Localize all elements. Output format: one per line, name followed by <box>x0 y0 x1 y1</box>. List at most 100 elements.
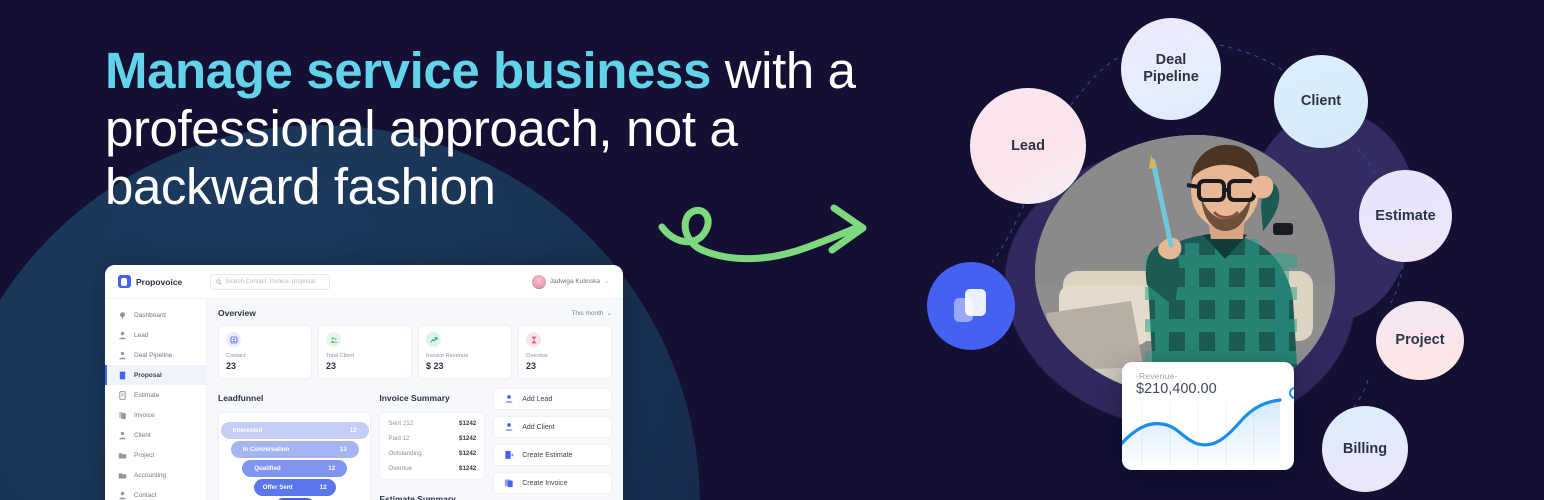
page-title: Manage service business with a professio… <box>105 42 905 216</box>
trend-up-icon <box>426 332 441 347</box>
funnel-stage[interactable]: Offer Sent 12 <box>253 479 336 496</box>
add-client-icon <box>505 423 513 431</box>
search-icon <box>216 278 222 285</box>
add-lead-button[interactable]: Add Lead <box>493 388 612 410</box>
row-value: $1242 <box>459 465 477 472</box>
node-lead[interactable]: Lead <box>970 88 1086 204</box>
estimate-icon <box>119 390 126 400</box>
curly-arrow-right-icon <box>658 200 888 290</box>
row-value: $1242 <box>459 450 477 457</box>
leadfunnel-section: Leadfunnel Interested 12 In Conversation… <box>218 388 372 500</box>
people-icon <box>326 332 341 347</box>
folder-icon <box>118 472 127 478</box>
sidebar-item-label: Project <box>134 451 155 459</box>
node-client[interactable]: Client <box>1274 55 1368 148</box>
stat-card-contact[interactable]: Contact 23 <box>218 325 312 379</box>
table-row: Paid 12 $1242 <box>380 431 484 446</box>
user-menu[interactable]: Jadwiga Kulinska ⌄ <box>531 274 623 289</box>
sidebar: Dashboard Lead Deal Pipeline Proposal Es… <box>105 299 207 500</box>
overview-header: Overview This month ⌄ <box>218 308 612 318</box>
revenue-endpoint-marker <box>1289 387 1294 399</box>
funnel-stage-label: Offer Sent <box>262 484 293 491</box>
sidebar-item-dashboard[interactable]: Dashboard <box>105 305 206 325</box>
contact-icon <box>119 491 126 499</box>
stat-label: Contact <box>226 353 246 359</box>
create-estimate-button[interactable]: Create Estimate <box>493 444 612 466</box>
search-input[interactable]: Search Contact, Invoice, proposal <box>210 273 330 290</box>
chevron-down-icon: ⌄ <box>606 310 612 317</box>
stat-label: Overdue <box>526 353 548 359</box>
client-icon <box>119 431 126 439</box>
hourglass-icon <box>526 332 541 347</box>
sidebar-item-label: Deal Pipeline <box>134 351 173 359</box>
action-label: Create Invoice <box>522 479 568 487</box>
funnel-stage[interactable]: Qualified 12 <box>242 460 348 477</box>
funnel-stage-label: Qualified <box>254 465 281 472</box>
node-deal-pipeline[interactable]: Deal Pipeline <box>1121 18 1221 120</box>
node-estimate-label: Estimate <box>1375 207 1436 224</box>
avatar <box>531 274 546 289</box>
funnel-stage-label: In Conversation <box>242 446 290 453</box>
stat-label: Invoice Revenue <box>426 353 469 359</box>
period-selector[interactable]: This month ⌄ <box>571 309 612 318</box>
funnel-stage-label: Interested <box>232 427 263 434</box>
dashboard-app-mock: Propovoice Search Contact, Invoice, prop… <box>105 265 623 500</box>
node-estimate[interactable]: Estimate <box>1359 170 1452 262</box>
table-row: Overdue $1242 <box>380 461 484 476</box>
funnel-stage[interactable]: In Conversation 13 <box>230 441 359 458</box>
action-label: Add Client <box>522 423 555 431</box>
row-value: $1242 <box>459 420 477 427</box>
sidebar-item-label: Dashboard <box>134 311 166 319</box>
estimate-summary-title: Estimate Summary <box>379 494 456 500</box>
propovoice-logo-icon <box>118 275 131 288</box>
sidebar-item-label: Lead <box>134 331 149 339</box>
estimate-doc-icon <box>505 450 515 459</box>
stat-card-overdue[interactable]: Overdue 23 <box>518 325 612 379</box>
period-selector-label: This month <box>571 309 604 317</box>
node-billing[interactable]: Billing <box>1322 406 1408 492</box>
node-client-label: Client <box>1300 93 1342 109</box>
create-invoice-button[interactable]: Create Invoice <box>493 472 612 494</box>
sidebar-item-label: Client <box>134 431 151 439</box>
leadfunnel-chart: Interested 12 In Conversation 13 Qualifi… <box>218 412 372 500</box>
proposal-icon <box>119 371 126 379</box>
sidebar-item-invoice[interactable]: Invoice <box>105 405 206 425</box>
sidebar-item-lead[interactable]: Lead <box>105 325 206 345</box>
overview-title: Overview <box>218 308 256 318</box>
hero-banner: Manage service business with a professio… <box>0 0 1544 500</box>
folder-icon <box>118 452 127 458</box>
sidebar-item-contact[interactable]: Contact <box>105 485 206 500</box>
revenue-card: -Revenue- $210,400.00 <box>1122 362 1294 470</box>
sidebar-item-label: Accounting <box>134 471 167 479</box>
sidebar-item-label: Invoice <box>134 411 155 419</box>
leadfunnel-title: Leadfunnel <box>218 393 264 403</box>
sidebar-item-label: Contact <box>134 491 157 499</box>
quick-actions-section: Add Lead Add Client Create Estimate Crea… <box>493 388 612 500</box>
invoice-icon <box>119 411 126 419</box>
sidebar-item-project[interactable]: Project <box>105 445 206 465</box>
stat-card-total-client[interactable]: Total Client 23 <box>318 325 412 379</box>
headline-highlight: Manage service business <box>105 42 711 99</box>
app-topbar: Propovoice Search Contact, Invoice, prop… <box>105 265 623 299</box>
sidebar-item-accounting[interactable]: Accounting <box>105 465 206 485</box>
add-client-button[interactable]: Add Client <box>493 416 612 438</box>
main-content: Overview This month ⌄ Contact 23 Total C… <box>207 299 623 500</box>
revenue-label: -Revenue- <box>1136 371 1178 381</box>
sidebar-item-client[interactable]: Client <box>105 425 206 445</box>
sidebar-item-estimate[interactable]: Estimate <box>105 385 206 405</box>
pipeline-icon <box>119 351 126 359</box>
sidebar-item-label: Estimate <box>134 391 160 399</box>
sidebar-item-proposal[interactable]: Proposal <box>105 365 206 385</box>
stat-card-invoice-revenue[interactable]: Invoice Revenue $ 23 <box>418 325 512 379</box>
funnel-stage[interactable]: Interested 12 <box>220 422 369 439</box>
node-project-label: Project <box>1395 332 1445 348</box>
invoice-summary-title: Invoice Summary <box>379 393 450 403</box>
invoice-summary-card: Sent 212 $1242 Paid 12 $1242 Outstanding… <box>379 412 486 480</box>
app-brand[interactable]: Propovoice <box>105 275 210 288</box>
row-key: Sent 212 <box>388 420 414 427</box>
sidebar-item-deal-pipeline[interactable]: Deal Pipeline <box>105 345 206 365</box>
sidebar-item-label: Proposal <box>134 371 162 379</box>
table-row: Sent 212 $1242 <box>380 416 484 431</box>
add-lead-icon <box>505 395 513 403</box>
node-project[interactable]: Project <box>1376 301 1464 380</box>
